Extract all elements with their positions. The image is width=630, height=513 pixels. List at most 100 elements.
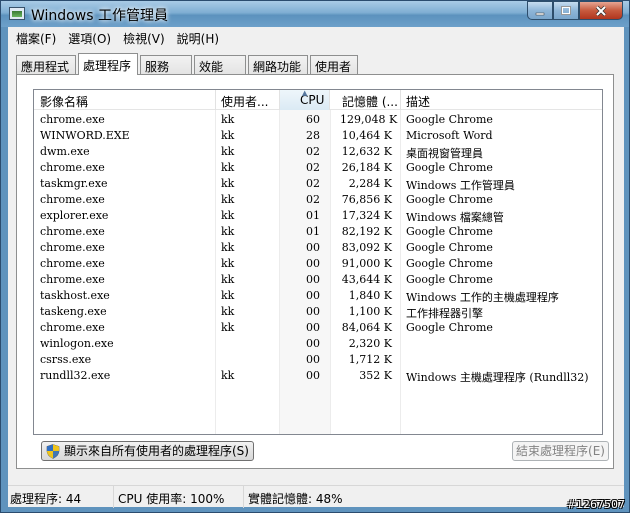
menu-bar: 檔案(F) 選項(O) 檢視(V) 說明(H) xyxy=(8,27,624,49)
cell-image-name: explorer.exe xyxy=(40,209,109,222)
sort-ascending-icon: ▲ xyxy=(302,89,308,97)
cell-image-name: csrss.exe xyxy=(40,353,92,366)
cell-image-name: chrome.exe xyxy=(40,113,105,126)
caption-buttons xyxy=(527,1,623,20)
cell-memory: 83,092 K xyxy=(341,241,392,254)
table-row[interactable]: taskhost.exe kk 00 1,840 K Windows 工作的主機處理程序 xyxy=(34,288,602,304)
end-process-button[interactable]: 結束處理程序(E) xyxy=(512,441,609,461)
status-process-count: 處理程序: 44 xyxy=(10,486,114,508)
cell-description: Windows 主機處理程序 (Rundll32) xyxy=(406,371,589,384)
close-button[interactable] xyxy=(579,1,623,20)
tab-networking[interactable]: 網路功能 xyxy=(248,55,309,75)
table-row[interactable]: chrome.exe kk 00 83,092 K Google Chrome xyxy=(34,240,602,256)
table-row[interactable]: WINWORD.EXE kk 28 10,464 K Microsoft Word xyxy=(34,128,602,144)
cell-description: Google Chrome xyxy=(406,241,493,254)
table-row[interactable]: chrome.exe kk 02 26,184 K Google Chrome xyxy=(34,160,602,176)
minimize-icon xyxy=(535,12,545,16)
tab-strip: 應用程式 處理程序 服務 效能 網路功能 使用者 xyxy=(16,53,360,75)
table-row[interactable]: chrome.exe kk 00 43,644 K Google Chrome xyxy=(34,272,602,288)
cell-user: kk xyxy=(221,193,235,206)
cell-memory: 82,192 K xyxy=(341,225,392,238)
table-row[interactable]: winlogon.exe 00 2,320 K xyxy=(34,336,602,352)
cell-user: kk xyxy=(221,129,235,142)
cell-cpu: 02 xyxy=(306,193,320,206)
column-header-description[interactable]: 描述 xyxy=(401,90,602,110)
table-row[interactable]: csrss.exe 00 1,712 K xyxy=(34,352,602,368)
cell-user: kk xyxy=(221,209,235,222)
column-header-memory[interactable]: 記憶體 (... xyxy=(330,90,401,110)
cell-memory: 10,464 K xyxy=(341,129,392,142)
minimize-button[interactable] xyxy=(527,1,553,20)
cell-image-name: chrome.exe xyxy=(40,321,105,334)
table-row[interactable]: chrome.exe kk 00 91,000 K Google Chrome xyxy=(34,256,602,272)
cell-image-name: chrome.exe xyxy=(40,257,105,270)
cell-cpu: 00 xyxy=(306,273,320,286)
tab-applications[interactable]: 應用程式 xyxy=(16,55,77,75)
show-all-users-button[interactable]: 顯示來自所有使用者的處理程序(S) xyxy=(41,441,254,461)
cell-user: kk xyxy=(221,177,235,190)
process-rows: chrome.exe kk 60 129,048 K Google Chrome WINW… xyxy=(34,112,602,384)
task-manager-icon xyxy=(9,7,25,20)
cell-image-name: winlogon.exe xyxy=(40,337,114,350)
cell-description: 工作排程器引擎 xyxy=(406,307,483,320)
menu-file[interactable]: 檔案(F) xyxy=(10,27,62,49)
table-row[interactable]: chrome.exe kk 00 84,064 K Google Chrome xyxy=(34,320,602,336)
table-row[interactable]: chrome.exe kk 60 129,048 K Google Chrome xyxy=(34,112,602,128)
show-all-users-label: 顯示來自所有使用者的處理程序(S) xyxy=(64,444,249,458)
cell-memory: 1,712 K xyxy=(348,353,392,366)
column-header-image-name[interactable]: 影像名稱 xyxy=(34,90,216,110)
cell-memory: 17,324 K xyxy=(341,209,392,222)
cell-cpu: 00 xyxy=(306,257,320,270)
cell-user: kk xyxy=(221,257,235,270)
cell-description: Windows 工作的主機處理程序 xyxy=(406,291,559,304)
cell-memory: 2,284 K xyxy=(348,177,392,190)
table-row[interactable]: explorer.exe kk 01 17,324 K Windows 檔案總管 xyxy=(34,208,602,224)
cell-description: Windows 工作管理員 xyxy=(406,179,515,192)
cell-user: kk xyxy=(221,369,235,382)
cell-description: Google Chrome xyxy=(406,273,493,286)
cell-memory: 76,856 K xyxy=(341,193,392,206)
column-header-cpu[interactable]: ▲ CPU xyxy=(280,90,330,110)
cell-user: kk xyxy=(221,161,235,174)
cell-cpu: 00 xyxy=(306,305,320,318)
cell-image-name: taskmgr.exe xyxy=(40,177,108,190)
cell-memory: 1,100 K xyxy=(348,305,392,318)
cell-image-name: chrome.exe xyxy=(40,273,105,286)
maximize-icon xyxy=(561,6,571,15)
client-area: 檔案(F) 選項(O) 檢視(V) 說明(H) 應用程式 處理程序 服務 效能 … xyxy=(8,27,624,508)
cell-description: Google Chrome xyxy=(406,225,493,238)
menu-options[interactable]: 選項(O) xyxy=(62,27,117,49)
tab-processes[interactable]: 處理程序 xyxy=(78,53,139,75)
tab-performance[interactable]: 效能 xyxy=(194,55,247,75)
maximize-button[interactable] xyxy=(553,1,579,20)
table-row[interactable]: chrome.exe kk 02 76,856 K Google Chrome xyxy=(34,192,602,208)
cell-cpu: 60 xyxy=(306,113,320,126)
cell-memory: 352 K xyxy=(359,369,392,382)
menu-help[interactable]: 說明(H) xyxy=(171,27,225,49)
tab-users[interactable]: 使用者 xyxy=(310,55,359,75)
cell-description: Windows 檔案總管 xyxy=(406,211,504,224)
column-header-label: 記憶體 (... xyxy=(342,95,398,109)
table-row[interactable]: chrome.exe kk 01 82,192 K Google Chrome xyxy=(34,224,602,240)
cell-cpu: 02 xyxy=(306,145,320,158)
table-row[interactable]: dwm.exe kk 02 12,632 K 桌面視窗管理員 xyxy=(34,144,602,160)
cell-cpu: 00 xyxy=(306,369,320,382)
cell-image-name: WINWORD.EXE xyxy=(40,129,130,142)
cell-description: Microsoft Word xyxy=(406,129,493,142)
cell-cpu: 00 xyxy=(306,353,320,366)
process-list[interactable]: 影像名稱 使用者... ▲ CPU 記憶體 (... 描述 chrome.exe… xyxy=(33,89,603,435)
column-header-row: 影像名稱 使用者... ▲ CPU 記憶體 (... 描述 xyxy=(34,90,602,110)
table-row[interactable]: rundll32.exe kk 00 352 K Windows 主機處理程序 (Run… xyxy=(34,368,602,384)
cell-memory: 129,048 K xyxy=(340,113,398,126)
cell-user: kk xyxy=(221,241,235,254)
tab-services[interactable]: 服務 xyxy=(140,55,193,75)
close-icon xyxy=(595,5,607,17)
column-header-user[interactable]: 使用者... xyxy=(216,90,280,110)
cell-user: kk xyxy=(221,273,235,286)
table-row[interactable]: taskmgr.exe kk 02 2,284 K Windows 工作管理員 xyxy=(34,176,602,192)
title-bar[interactable]: Windows 工作管理員 xyxy=(1,1,629,27)
table-row[interactable]: taskeng.exe kk 00 1,100 K 工作排程器引擎 xyxy=(34,304,602,320)
cell-description: Google Chrome xyxy=(406,193,493,206)
cell-image-name: dwm.exe xyxy=(40,145,90,158)
menu-view[interactable]: 檢視(V) xyxy=(117,27,171,49)
